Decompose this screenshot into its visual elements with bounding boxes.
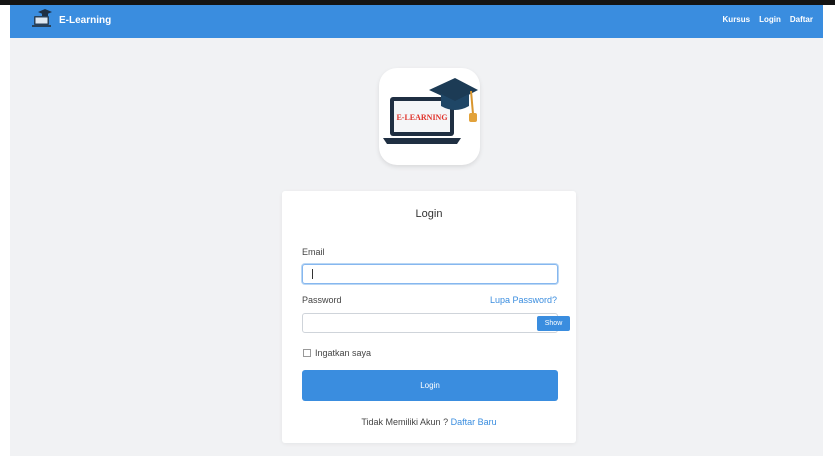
register-link[interactable]: Daftar Baru [451, 417, 497, 427]
remember-label: Ingatkan saya [315, 348, 372, 358]
login-button[interactable]: Login [302, 370, 558, 401]
email-label: Email [302, 247, 325, 257]
graduation-cap-laptop-icon: E-LEARNING [383, 78, 478, 144]
laptop-cap-icon [32, 8, 54, 32]
show-password-button[interactable]: Show [537, 316, 570, 331]
no-account-text: Tidak Memiliki Akun ? [361, 417, 449, 427]
password-label: Password [302, 295, 342, 305]
remember-checkbox[interactable] [303, 349, 311, 357]
page-frame: E-Learning Kursus Login Daftar E-LEARNIN… [10, 5, 823, 456]
app-logo: E-LEARNING [379, 68, 480, 165]
navbar: E-Learning Kursus Login Daftar [10, 5, 823, 38]
nav-link-daftar[interactable]: Daftar [790, 15, 813, 24]
login-title: Login [415, 208, 443, 220]
password-field[interactable]: Show [302, 313, 570, 333]
forgot-password-link[interactable]: Lupa Password? [490, 295, 557, 305]
navbar-brand[interactable]: E-Learning [32, 8, 112, 32]
register-prompt: Tidak Memiliki Akun ? Daftar Baru [282, 417, 576, 427]
text-caret [312, 269, 313, 279]
login-card: Login Email Password Lupa Password? Show… [282, 191, 576, 443]
email-field[interactable] [302, 264, 558, 284]
nav-link-login[interactable]: Login [759, 15, 781, 24]
brand-name: E-Learning [59, 14, 112, 26]
nav-links: Kursus Login Daftar [723, 15, 813, 24]
logo-text: E-LEARNING [396, 113, 447, 122]
nav-link-kursus[interactable]: Kursus [723, 15, 751, 24]
